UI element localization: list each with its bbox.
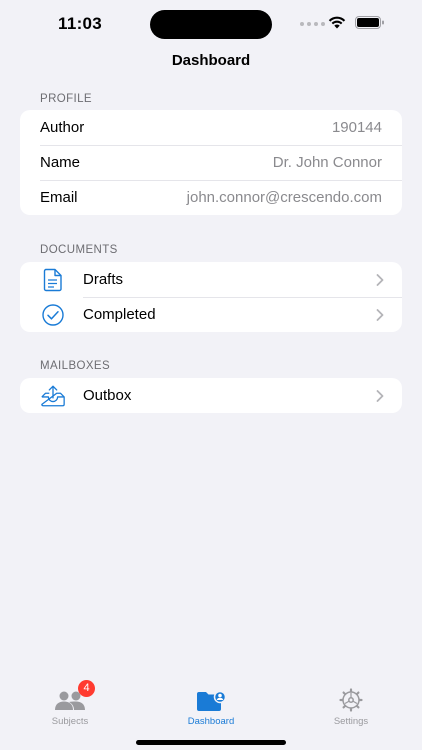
tab-subjects[interactable]: 4 Subjects bbox=[20, 680, 120, 727]
mailboxes-group: Outbox bbox=[20, 378, 402, 413]
status-time: 11:03 bbox=[58, 14, 103, 33]
profile-row-author: Author 190144 bbox=[20, 110, 402, 145]
tab-dashboard[interactable]: Dashboard bbox=[161, 686, 261, 727]
profile-group: Author 190144 Name Dr. John Connor Email… bbox=[20, 110, 402, 215]
name-value: Dr. John Connor bbox=[272, 154, 382, 171]
folder-person-icon bbox=[161, 686, 261, 712]
chevron-right-icon bbox=[376, 273, 384, 286]
gear-icon bbox=[301, 686, 401, 712]
people-icon: 4 bbox=[20, 680, 120, 712]
dynamic-island bbox=[150, 10, 272, 39]
wifi-icon bbox=[328, 16, 346, 29]
page-title: Dashboard bbox=[171, 52, 251, 69]
cellular-signal-icon bbox=[300, 22, 325, 26]
completed-label: Completed bbox=[83, 306, 156, 323]
chevron-right-icon bbox=[376, 308, 384, 321]
mailboxes-section-header: MAILBOXES bbox=[40, 360, 111, 372]
home-indicator[interactable] bbox=[136, 740, 286, 745]
outbox-label: Outbox bbox=[83, 387, 132, 404]
email-label: Email bbox=[40, 189, 78, 206]
checkmark-circle-icon bbox=[40, 302, 66, 328]
drafts-row[interactable]: Drafts bbox=[20, 262, 402, 297]
outbox-row[interactable]: Outbox bbox=[20, 378, 402, 413]
tab-settings[interactable]: Settings bbox=[301, 686, 401, 727]
status-bar: 11:03 bbox=[0, 0, 422, 50]
email-value: john.connor@crescendo.com bbox=[186, 189, 382, 206]
tab-settings-label: Settings bbox=[333, 716, 369, 727]
tab-dashboard-label: Dashboard bbox=[187, 716, 235, 727]
document-icon bbox=[40, 267, 66, 293]
tab-bar: 4 Subjects Dashboard Settings bbox=[0, 676, 422, 750]
name-label: Name bbox=[40, 154, 81, 171]
documents-group: Drafts Completed bbox=[20, 262, 402, 332]
subjects-badge: 4 bbox=[78, 680, 95, 697]
tab-subjects-label: Subjects bbox=[51, 716, 89, 727]
profile-row-email: Email john.connor@crescendo.com bbox=[20, 180, 402, 215]
documents-section-header: DOCUMENTS bbox=[40, 244, 118, 256]
chevron-right-icon bbox=[376, 389, 384, 402]
profile-row-name: Name Dr. John Connor bbox=[20, 145, 402, 180]
profile-section-header: PROFILE bbox=[40, 93, 93, 105]
drafts-label: Drafts bbox=[83, 271, 124, 288]
author-value: 190144 bbox=[331, 119, 382, 136]
author-label: Author bbox=[40, 119, 85, 136]
outbox-tray-icon bbox=[40, 383, 66, 409]
completed-row[interactable]: Completed bbox=[20, 297, 402, 332]
battery-icon bbox=[355, 16, 384, 29]
